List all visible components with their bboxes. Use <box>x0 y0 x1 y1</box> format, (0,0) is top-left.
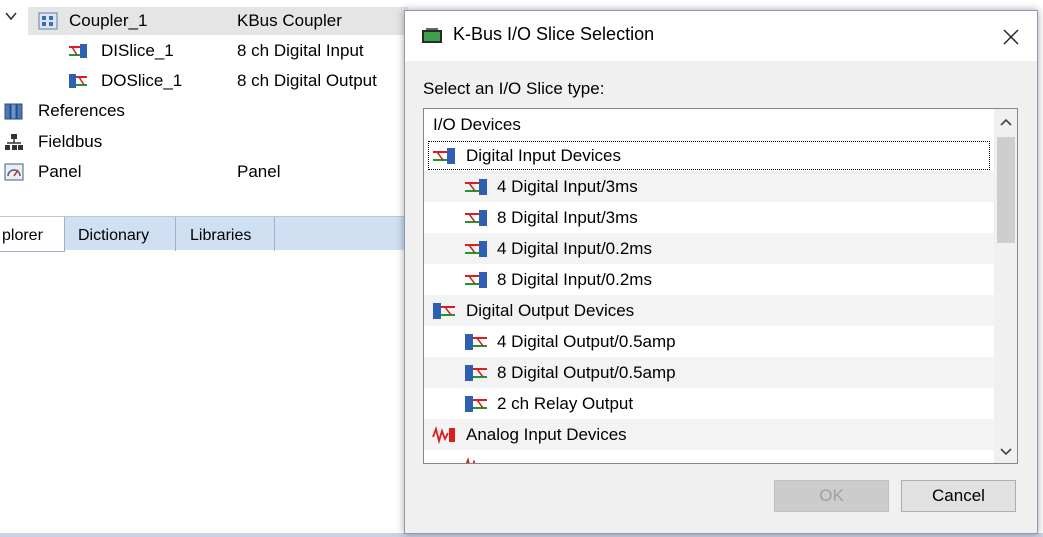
list-item-8-digital-input-0-2ms[interactable]: 8 Digital Input/0.2ms <box>424 264 994 295</box>
digital-output-icon <box>465 334 487 350</box>
digital-input-icon <box>465 272 487 288</box>
digital-input-icon <box>69 44 87 58</box>
tab-explorer[interactable]: plorer <box>0 217 65 252</box>
digital-input-icon <box>465 241 487 257</box>
list-item-8-digital-input-3ms[interactable]: 8 Digital Input/3ms <box>424 202 994 233</box>
digital-output-icon <box>69 74 87 88</box>
tree-value: 8 ch Digital Input <box>237 41 364 60</box>
tree-label: Coupler_1 <box>69 11 148 30</box>
list-item-label: 2 ch Relay Output <box>497 394 634 413</box>
list-item-4-digital-input-0-2ms[interactable]: 4 Digital Input/0.2ms <box>424 233 994 264</box>
digital-input-icon <box>465 210 487 226</box>
ok-button[interactable]: OK <box>774 480 889 512</box>
digital-input-group-icon <box>433 148 455 164</box>
slice-type-list[interactable]: I/O Devices Digital Input Devices 4 Digi… <box>423 108 1018 464</box>
tree-value: Panel <box>237 162 281 181</box>
dialog-title: K-Bus I/O Slice Selection <box>453 24 655 44</box>
network-icon <box>5 134 23 150</box>
digital-input-icon <box>465 179 487 195</box>
list-item-8-digital-output-0-5amp[interactable]: 8 Digital Output/0.5amp <box>424 357 994 388</box>
list-item-io-devices[interactable]: I/O Devices <box>424 109 994 140</box>
list-item-label: Analog Input Devices <box>466 425 627 444</box>
references-icon <box>4 103 23 120</box>
list-item-digital-input-devices[interactable]: Digital Input Devices <box>424 140 994 171</box>
tab-dictionary[interactable]: Dictionary <box>64 217 176 251</box>
cancel-button[interactable]: Cancel <box>901 480 1016 512</box>
tree-value: 8 ch Digital Output <box>237 71 377 90</box>
tree-value: KBus Coupler <box>237 11 342 30</box>
list-item-label: I/O Devices <box>433 115 521 134</box>
list-item-label: 8 Digital Input/0.2ms <box>497 270 652 289</box>
dialog-prompt: Select an I/O Slice type: <box>423 79 605 98</box>
tree-row-references[interactable]: References <box>0 96 410 126</box>
coupler-icon <box>38 12 58 30</box>
digital-output-icon <box>465 396 487 412</box>
list-item-label: 8 Digital Input/3ms <box>497 208 638 227</box>
gauge-icon <box>4 163 24 181</box>
tree-row-fieldbus[interactable]: Fieldbus <box>0 127 410 157</box>
list-item-2-ch-relay-output[interactable]: 2 ch Relay Output <box>424 388 994 419</box>
list-item-4-digital-output-0-5amp[interactable]: 4 Digital Output/0.5amp <box>424 326 994 357</box>
tree-label: Panel <box>38 162 82 181</box>
tab-libraries[interactable]: Libraries <box>176 217 275 251</box>
kbus-slice-dialog: K-Bus I/O Slice Selection Select an I/O … <box>404 10 1038 534</box>
scroll-down-icon[interactable] <box>994 439 1018 463</box>
list-item-label: 4 Digital Input/3ms <box>497 177 638 196</box>
explorer-tab-bar: plorer Dictionary Libraries <box>0 216 410 252</box>
tree-label: DISlice_1 <box>101 41 174 60</box>
list-item-label: 8 Digital Output/0.5amp <box>497 363 676 382</box>
tree-label: Fieldbus <box>38 132 103 151</box>
dialog-title-bar[interactable]: K-Bus I/O Slice Selection <box>405 11 1037 61</box>
digital-output-icon <box>465 365 487 381</box>
list-item-digital-output-devices[interactable]: Digital Output Devices <box>424 295 994 326</box>
list-item-analog-input-devices[interactable]: Analog Input Devices <box>424 419 994 450</box>
digital-output-group-icon <box>433 303 455 319</box>
list-item-label: 4 Digital Input/0.2ms <box>497 239 652 258</box>
list-item-4-digital-input-3ms[interactable]: 4 Digital Input/3ms <box>424 171 994 202</box>
tree-label: References <box>38 101 125 120</box>
tree-row-doslice[interactable]: DOSlice_1 8 ch Digital Output <box>0 66 410 96</box>
list-item-partial <box>424 450 994 463</box>
tree-row-dislice[interactable]: DISlice_1 8 ch Digital Input <box>0 36 410 66</box>
scroll-up-icon[interactable] <box>994 111 1018 135</box>
list-scrollbar[interactable] <box>994 109 1018 463</box>
analog-input-group-icon <box>432 425 455 445</box>
close-icon[interactable] <box>991 19 1031 55</box>
tree-label: DOSlice_1 <box>101 71 183 90</box>
analog-input-icon <box>465 456 476 463</box>
list-item-label: 4 Digital Output/0.5amp <box>497 332 676 351</box>
tree-row-coupler[interactable]: Coupler_1 KBus Coupler <box>0 6 410 36</box>
list-item-label: Digital Input Devices <box>466 146 621 165</box>
tree-row-panel[interactable]: Panel Panel <box>0 157 410 187</box>
list-item-label: Digital Output Devices <box>466 301 635 320</box>
app-icon <box>422 28 442 43</box>
scroll-thumb[interactable] <box>997 137 1015 243</box>
